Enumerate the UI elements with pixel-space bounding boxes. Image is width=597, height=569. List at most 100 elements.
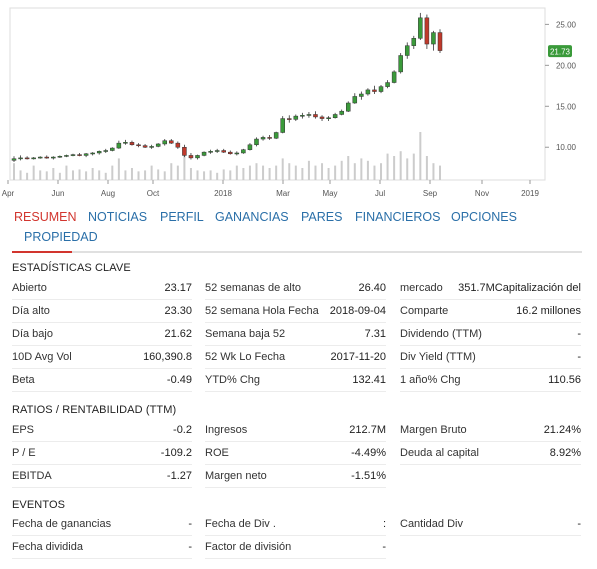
y-tick-label: 25.00 — [556, 20, 577, 29]
stat-value: - — [577, 351, 581, 363]
x-tick-label: Sep — [423, 189, 438, 198]
tab-propiedad[interactable]: PROPIEDAD — [24, 230, 98, 244]
candle-body — [11, 158, 17, 161]
volume-bar — [117, 158, 120, 180]
stat-value: 7.31 — [364, 328, 386, 340]
row-divider — [205, 345, 386, 346]
tab-ganancias[interactable]: GANANCIAS — [215, 210, 289, 224]
stat-value: - — [188, 541, 192, 553]
volume-bar — [85, 171, 88, 180]
stat-value: 212.7M — [349, 424, 386, 436]
volume-bar — [406, 158, 409, 180]
volume-bar — [124, 170, 127, 180]
row-divider — [205, 487, 386, 488]
stat-label: Día alto — [12, 305, 50, 317]
x-tick-label: Jun — [52, 189, 65, 198]
tab-pares[interactable]: PARES — [301, 210, 342, 224]
volume-bar — [39, 170, 42, 180]
stat-label: Margen neto — [205, 470, 267, 482]
stat-value: - — [188, 518, 192, 530]
candle-body — [175, 142, 181, 148]
candle-body — [247, 144, 253, 150]
candle-body — [431, 32, 436, 45]
volume-bar — [71, 170, 74, 180]
volume-bar — [412, 153, 415, 180]
volume-bar — [327, 168, 330, 180]
row-divider — [12, 558, 192, 559]
candle-body — [241, 149, 246, 154]
tab-bar: RESUMEN NOTICIAS PERFIL GANANCIAS PARES … — [0, 205, 597, 255]
candle-body — [83, 153, 89, 156]
candle-body — [116, 142, 122, 149]
candle-body — [129, 142, 135, 146]
section-title: ESTADÍSTICAS CLAVE — [12, 262, 131, 274]
candle-body — [326, 117, 331, 120]
stock-chart[interactable]: 25.00 20.00 15.00 10.00 Apr Jun Aug Oct 2018 Mar M… — [0, 0, 597, 200]
stat-label: Semana baja 52 — [205, 328, 286, 340]
stat-value: -4.49% — [351, 447, 386, 459]
volume-bar — [248, 165, 251, 180]
row-divider — [400, 322, 581, 323]
candle-body — [31, 157, 36, 160]
stat-value: 160,390.8 — [143, 351, 192, 363]
row-divider — [400, 441, 581, 442]
volume-bar — [157, 169, 160, 180]
candle-body — [234, 152, 240, 155]
volume-bar — [386, 153, 389, 180]
stat-value: - — [382, 541, 386, 553]
volume-bar — [294, 165, 297, 180]
candle-body — [44, 156, 50, 159]
volume-bar — [268, 168, 271, 180]
candle-body — [188, 155, 194, 159]
candle-body — [306, 114, 312, 116]
candle-body — [90, 152, 95, 155]
tab-resumen[interactable]: RESUMEN — [14, 210, 77, 224]
price-tag-label: 21.73 — [550, 48, 571, 57]
row-divider — [12, 441, 192, 442]
candle-body — [287, 118, 292, 120]
volume-bar — [19, 170, 22, 180]
stat-value: -1.27 — [166, 470, 192, 482]
stat-value: 351.7MCapitalización del — [458, 282, 581, 294]
stat-value: - — [577, 328, 581, 340]
row-divider — [12, 535, 192, 536]
volume-bar — [229, 170, 232, 180]
candle-body — [267, 137, 272, 139]
stat-label: Abierto — [12, 282, 47, 294]
row-divider — [205, 322, 386, 323]
tab-perfil[interactable]: PERFIL — [160, 210, 204, 224]
y-tick-label: 10.00 — [556, 143, 577, 152]
stat-value: -0.2 — [173, 424, 192, 436]
volume-bar — [255, 163, 258, 180]
stat-value: : — [382, 518, 386, 530]
volume-bar — [98, 170, 101, 180]
candle-body — [142, 145, 148, 148]
stat-label: Fecha de Div . — [205, 518, 276, 530]
tab-opciones[interactable]: OPCIONES — [451, 210, 517, 224]
volume-bar — [144, 170, 147, 180]
row-divider — [205, 441, 386, 442]
candle-body — [280, 118, 285, 133]
candle-body — [339, 110, 344, 115]
stat-value: 16.2 millones — [516, 305, 581, 317]
volume-bar — [137, 171, 140, 180]
volume-bar — [170, 163, 173, 180]
tab-noticias[interactable]: NOTICIAS — [88, 210, 147, 224]
candle-body — [123, 142, 128, 144]
volume-bar — [321, 163, 324, 180]
stat-label: Cantidad Div — [400, 518, 463, 530]
stat-value: 21.62 — [164, 328, 192, 340]
volume-bar — [347, 156, 350, 180]
volume-bar — [380, 163, 383, 180]
row-divider — [400, 391, 581, 392]
candle-body — [372, 89, 377, 92]
candle-body — [404, 45, 410, 56]
candle-body — [214, 150, 220, 152]
stat-label: 52 semana Hola Fecha — [205, 305, 319, 317]
volume-bar — [262, 165, 265, 180]
stat-label: Div Yield (TTM) — [400, 351, 476, 363]
tab-financieros[interactable]: FINANCIEROS — [355, 210, 440, 224]
candle-body — [201, 151, 207, 156]
row-divider — [12, 391, 192, 392]
candlestick-chart[interactable]: 25.00 20.00 15.00 10.00 Apr Jun Aug Oct 2018 Mar M… — [0, 0, 597, 200]
